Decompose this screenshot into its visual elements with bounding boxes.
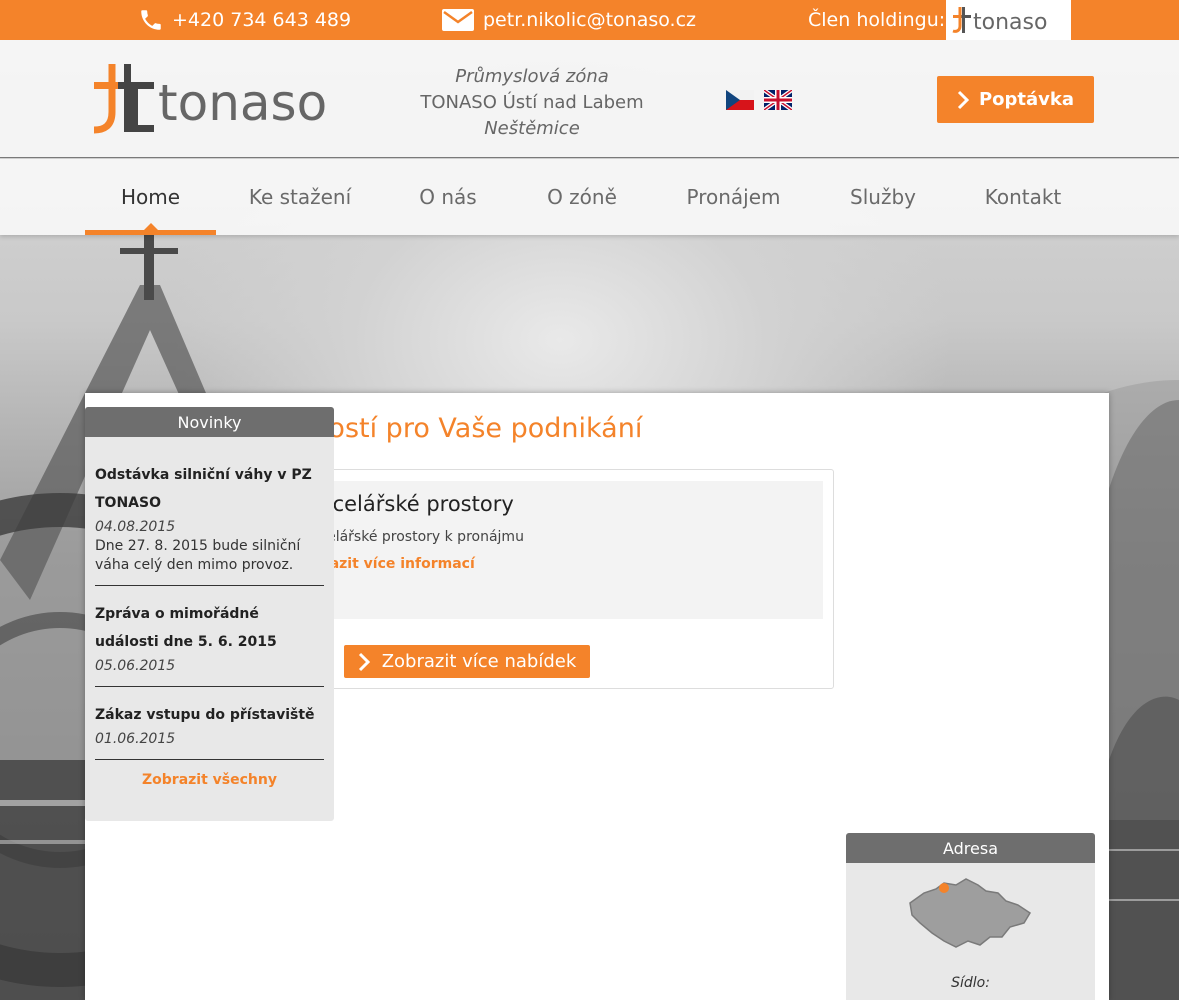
news-box: Novinky Odstávka silniční váhy v PZ TONA… [85,407,334,821]
chevron-right-icon [358,652,370,671]
svg-text:tonaso: tonaso [158,74,327,132]
nav-services[interactable]: Služby [828,159,938,235]
site-logo[interactable]: tonaso [92,62,342,138]
news-heading: Novinky [85,407,334,437]
holding-member-label: Člen holdingu: [808,0,945,40]
news-item: Zákaz vstupu do přístaviště 01.06.2015 [95,701,324,760]
chevron-right-icon [957,90,969,109]
inquiry-button[interactable]: Poptávka [937,76,1094,123]
news-item: Zpráva o mimořádné události dne 5. 6. 20… [95,600,324,687]
czech-map-icon[interactable] [906,875,1034,959]
phone-icon [141,10,161,30]
active-tab-underline [85,230,216,235]
phone-number: +420 734 643 489 [172,9,352,31]
address-label: Sídlo: [951,975,990,991]
news-date: 01.06.2015 [95,731,176,747]
main-navigation: Home Ke stažení O nás O zóně Pronájem Sl… [0,159,1179,235]
phone-contact[interactable]: +420 734 643 489 [138,0,351,40]
uk-flag-icon[interactable] [764,90,792,110]
address-line-2: TONASO Ústí nad Labem [420,92,644,113]
inquiry-button-label: Poptávka [978,89,1075,110]
top-contact-bar: +420 734 643 489 petr.nikolic@tonaso.cz … [0,0,1179,40]
news-text: Dne 27. 8. 2015 bude silniční váha celý … [95,538,301,573]
news-date: 05.06.2015 [95,658,176,674]
tonaso-small-logo-icon: tonaso [952,7,1047,35]
nav-contact[interactable]: Kontakt [963,159,1083,235]
content-panel: Nabídka nemovitostí pro Vaše podnikání K… [85,393,1109,1000]
more-offers-button[interactable]: Zobrazit více nabídek [344,645,590,678]
member-label-text: Člen holdingu: [808,9,946,31]
news-title[interactable]: Zákaz vstupu do přístaviště [95,701,324,729]
svg-text:tonaso: tonaso [973,10,1047,35]
language-switcher [726,90,792,110]
holding-logo[interactable]: tonaso [946,0,1071,40]
email-contact[interactable]: petr.nikolic@tonaso.cz [441,0,696,40]
address-heading: Adresa [846,833,1095,863]
nav-downloads[interactable]: Ke stažení [230,159,370,235]
active-tab-notch [144,223,158,230]
address-line-1: Průmyslová zóna [455,66,609,87]
all-news-link[interactable]: Zobrazit všechny [85,772,334,788]
address-line-3: Neštěmice [484,118,580,139]
zone-address: Průmyslová zóna TONASO Ústí nad Labem Ne… [400,64,664,142]
address-box: Adresa Sídlo: [846,833,1095,1000]
czech-flag-icon[interactable] [726,90,754,110]
site-header: tonaso Průmyslová zóna TONASO Ústí nad L… [0,40,1179,158]
email-address: petr.nikolic@tonaso.cz [483,9,696,31]
news-date: 04.08.2015 [95,519,176,535]
nav-about[interactable]: O nás [398,159,498,235]
envelope-icon [442,9,474,31]
more-offers-label: Zobrazit více nabídek [381,651,577,672]
news-title[interactable]: Odstávka silniční váhy v PZ TONASO [95,461,324,517]
nav-zone[interactable]: O zóně [527,159,637,235]
news-item: Odstávka silniční váhy v PZ TONASO 04.08… [95,437,324,586]
news-title[interactable]: Zpráva o mimořádné události dne 5. 6. 20… [95,600,324,656]
nav-rental[interactable]: Pronájem [668,159,799,235]
tonaso-logo-icon: tonaso [93,64,327,134]
